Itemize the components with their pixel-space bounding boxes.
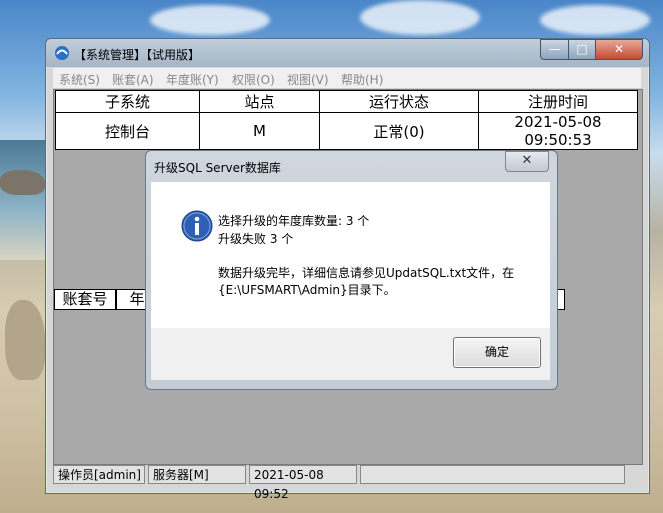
status-server: 服务器[M] <box>148 465 246 484</box>
column-header[interactable]: 站点 <box>199 90 320 113</box>
menu-view[interactable]: 视图(V) <box>287 71 329 88</box>
menu-account[interactable]: 账套(A) <box>112 71 154 88</box>
menu-system[interactable]: 系统(S) <box>59 71 100 88</box>
message-line: 数据升级完毕，详细信息请参见UpdatSQL.txt文件，在 <box>218 266 515 280</box>
status-empty <box>360 465 625 484</box>
ok-button[interactable]: 确定 <box>453 337 541 368</box>
status-datetime: 2021-05-08 09:52 <box>249 465 357 501</box>
menu-permission[interactable]: 权限(O) <box>232 71 275 88</box>
status-operator: 操作员[admin] <box>53 465 145 484</box>
minimize-button[interactable]: — <box>540 39 569 60</box>
message-line: 选择升级的年度库数量: 3 个 <box>218 214 370 228</box>
table-header-row: 子系统 站点 运行状态 注册时间 <box>55 90 638 113</box>
table-cell: 正常(0) <box>319 112 479 150</box>
dialog-title: 升级SQL Server数据库 <box>154 161 281 175</box>
status-bar: 操作员[admin] 服务器[M] 2021-05-08 09:52 <box>53 465 641 501</box>
menu-yearly-account[interactable]: 年度账(Y) <box>166 71 219 88</box>
menu-bar: 系统(S) 账套(A) 年度账(Y) 权限(O) 视图(V) 帮助(H) <box>53 68 641 89</box>
menu-help[interactable]: 帮助(H) <box>341 71 383 88</box>
table-row[interactable]: 控制台 M 正常(0) 2021-05-08 09:50:53 <box>55 112 638 150</box>
upgrade-dialog: 升级SQL Server数据库 ✕ 选择升级的年度库数量: 3 个 升级失败 3… <box>145 150 558 390</box>
window-title: 【系统管理】【试用版】 <box>74 48 201 62</box>
column-header[interactable]: 运行状态 <box>319 90 479 113</box>
table-cell: M <box>199 112 320 150</box>
maximize-button[interactable]: □ <box>568 39 596 60</box>
subsystem-table: 子系统 站点 运行状态 注册时间 控制台 M 正常(0) 2021-05-08 … <box>55 90 638 150</box>
information-icon <box>181 210 213 242</box>
title-bar[interactable]: 【系统管理】【试用版】 — □ ✕ <box>46 39 649 67</box>
close-button[interactable]: ✕ <box>595 39 643 60</box>
message-line: 升级失败 3 个 <box>218 232 294 246</box>
table-cell: 控制台 <box>55 112 200 150</box>
column-header[interactable]: 账套号 <box>54 289 116 310</box>
dialog-footer: 确定 <box>151 328 550 380</box>
app-logo-icon <box>55 46 69 60</box>
table-cell: 2021-05-08 09:50:53 <box>478 112 638 150</box>
column-header[interactable]: 子系统 <box>55 90 200 113</box>
message-line: {E:\UFSMART\Admin}目录下。 <box>218 283 396 297</box>
dialog-message-area: 选择升级的年度库数量: 3 个 升级失败 3 个 数据升级完毕，详细信息请参见U… <box>151 182 550 328</box>
column-header[interactable]: 注册时间 <box>478 90 638 113</box>
dialog-close-button[interactable]: ✕ <box>505 151 549 172</box>
